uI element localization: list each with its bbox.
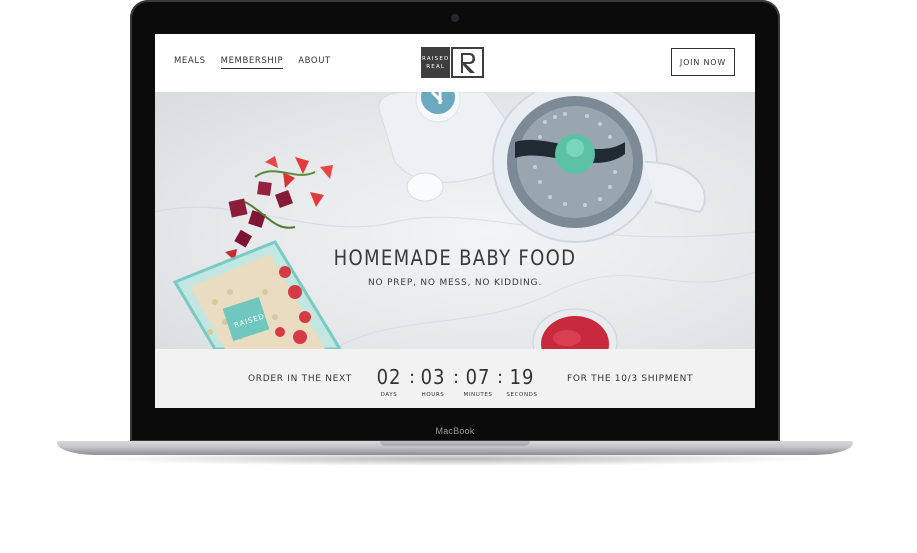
- hero-banner: RAISED HOMEMADE BABY FOOD NO PREP, NO ME…: [155, 92, 755, 349]
- countdown-hours-label: HOURS: [421, 392, 445, 398]
- countdown-hours-value: 03: [420, 365, 446, 389]
- laptop-hinge-notch: [380, 441, 530, 446]
- device-label: MacBook: [435, 426, 475, 436]
- countdown-lead-text: ORDER IN THE NEXT: [248, 374, 352, 384]
- countdown-seconds: 19 SECONDS: [502, 365, 542, 398]
- screen: MEALS MEMBERSHIP ABOUT RAISED REAL JOIN …: [155, 34, 755, 408]
- brand-logo[interactable]: RAISED REAL: [421, 47, 484, 78]
- logo-word-bottom: REAL: [426, 63, 446, 70]
- countdown-minutes-value: 07: [465, 365, 491, 389]
- nav-link-meals[interactable]: MEALS: [174, 56, 206, 69]
- countdown-strip: ORDER IN THE NEXT 02 DAYS : 03 HOURS : 0…: [155, 349, 755, 408]
- countdown-seconds-label: SECONDS: [506, 392, 538, 398]
- hero-subtitle: NO PREP, NO MESS, NO KIDDING.: [368, 278, 542, 288]
- countdown-days-value: 02: [376, 365, 402, 389]
- logo-word-top: RAISED: [422, 55, 450, 62]
- countdown-minutes: 07 MINUTES: [458, 365, 498, 398]
- nav-links: MEALS MEMBERSHIP ABOUT: [174, 56, 331, 69]
- countdown-shipment-text: FOR THE 10/3 SHIPMENT: [567, 374, 694, 384]
- nav-link-membership[interactable]: MEMBERSHIP: [220, 56, 284, 69]
- countdown-days-label: DAYS: [380, 392, 398, 398]
- hero-food-photo: RAISED: [155, 92, 755, 349]
- logo-r-mark: [451, 47, 484, 78]
- logo-r-icon: [460, 52, 475, 73]
- countdown-minutes-label: MINUTES: [463, 392, 493, 398]
- nav-link-about[interactable]: ABOUT: [298, 56, 331, 69]
- puree-jar-image: [532, 308, 618, 349]
- food-processor-image: [378, 92, 706, 243]
- webcam-icon: [452, 15, 458, 21]
- countdown-hours: 03 HOURS: [413, 365, 453, 398]
- logo-wordmark: RAISED REAL: [421, 47, 451, 78]
- hero-title: HOMEMADE BABY FOOD: [333, 246, 577, 270]
- countdown-seconds-value: 19: [509, 365, 535, 389]
- countdown-days: 02 DAYS: [369, 365, 409, 398]
- join-now-button[interactable]: JOIN NOW: [671, 48, 735, 76]
- top-nav: MEALS MEMBERSHIP ABOUT RAISED REAL JOIN …: [155, 34, 755, 92]
